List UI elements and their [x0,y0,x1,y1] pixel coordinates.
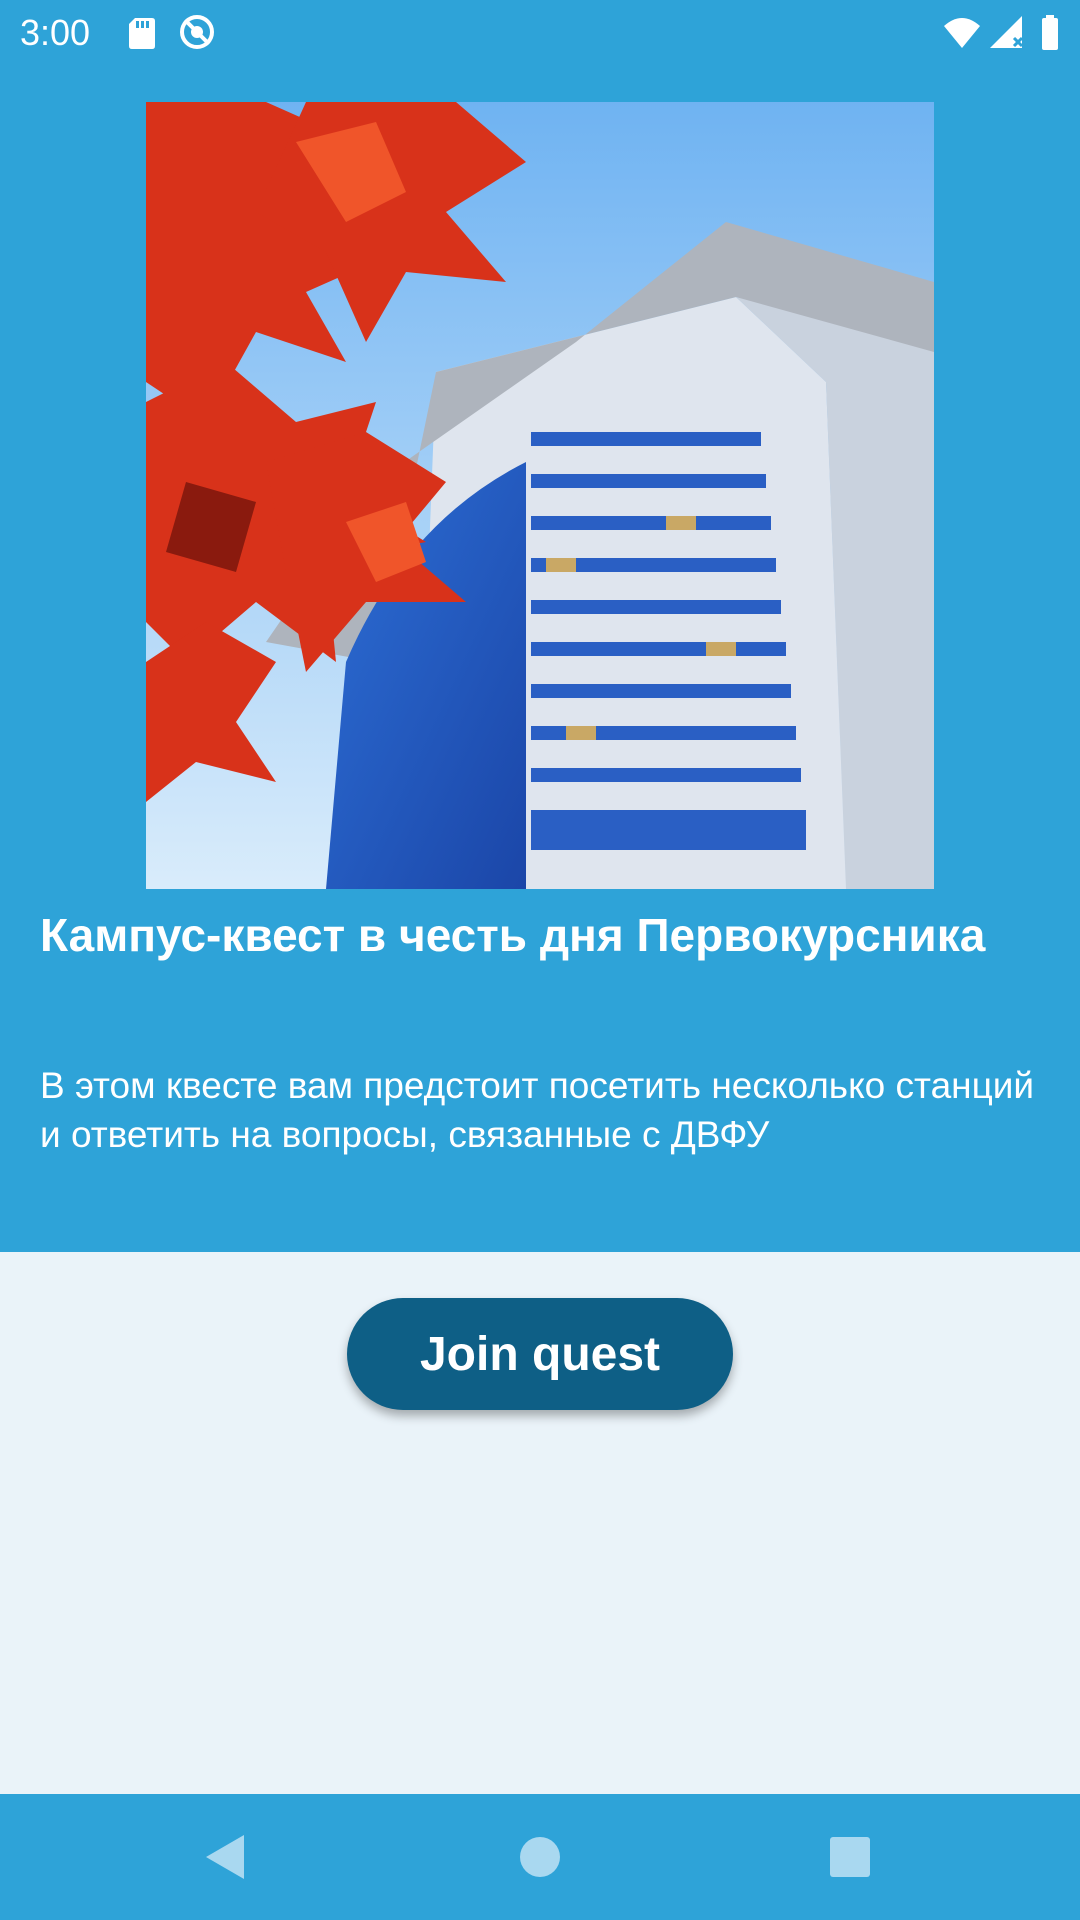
wifi-icon [944,18,980,48]
quest-image-illustration [146,102,934,889]
sd-card-icon [129,18,155,49]
quest-description: В этом квесте вам предстоит посетить нес… [40,1065,1035,1155]
back-icon[interactable] [196,1827,256,1887]
cellular-signal-icon [990,16,1024,48]
content-area: Join quest [0,1252,1080,1794]
battery-icon [1042,15,1058,50]
navigation-bar [0,1794,1080,1920]
status-time: 3:00 [20,12,91,53]
quest-header: Кампус-квест в честь дня Первокурсника В… [0,63,1080,1252]
sync-disabled-icon [180,15,214,49]
home-icon[interactable] [510,1827,570,1887]
quest-title: Кампус-квест в честь дня Первокурсника [40,909,986,961]
status-bar: 3:00 [0,0,1080,63]
quest-image [146,102,934,889]
join-quest-button[interactable]: Join quest [347,1298,733,1410]
recents-icon[interactable] [820,1827,880,1887]
